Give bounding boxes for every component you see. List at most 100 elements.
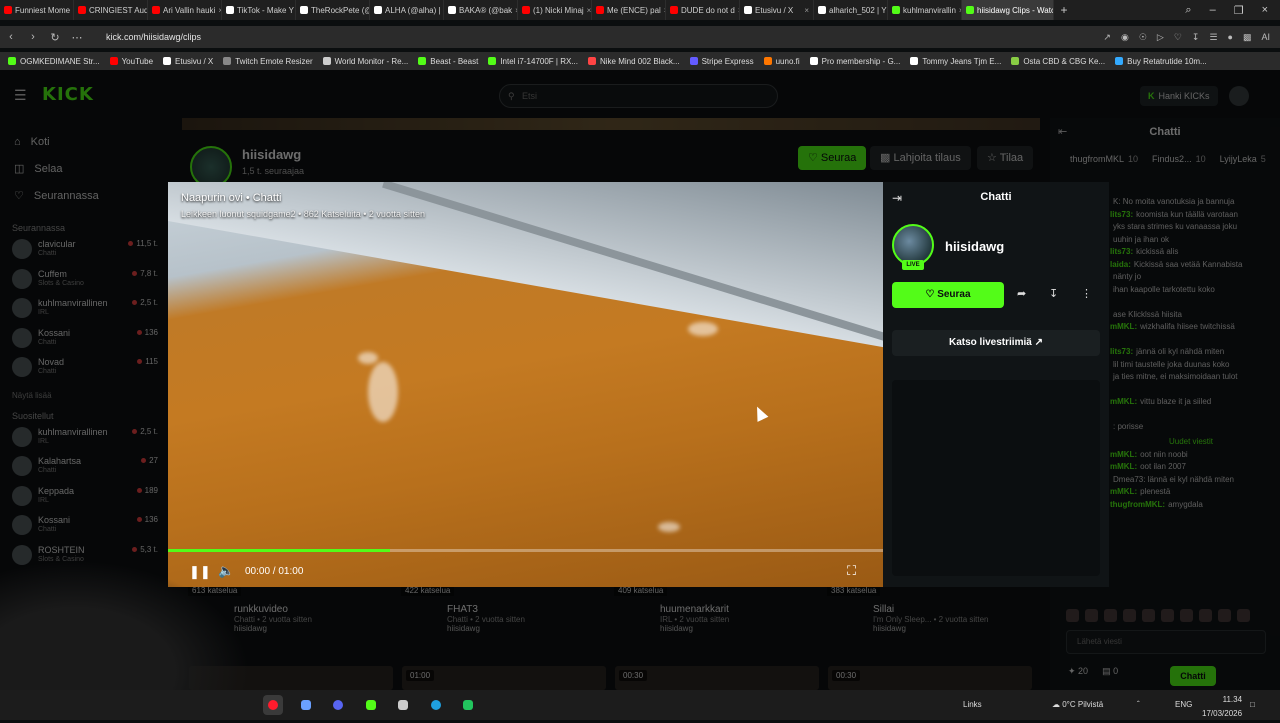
- channel-row[interactable]: NovadChatti115: [0, 357, 170, 387]
- extension-icon[interactable]: ▩: [1243, 32, 1252, 43]
- tray-expand-icon[interactable]: ˆ: [1137, 690, 1140, 720]
- share-icon[interactable]: ↗: [1103, 32, 1111, 43]
- channel-row[interactable]: KeppadaIRL189: [0, 486, 170, 516]
- browser-tab[interactable]: hiisidawg Clips - Watc×: [962, 0, 1054, 20]
- heart-icon[interactable]: ♡: [1174, 32, 1182, 43]
- notification-icon[interactable]: □: [1250, 690, 1255, 720]
- browser-tab[interactable]: TikTok - Make Y×: [222, 0, 296, 20]
- browser-tab[interactable]: TheRockPete (@×: [296, 0, 370, 20]
- site-info-icon[interactable]: ⋯: [66, 31, 88, 44]
- watch-livestream-button[interactable]: Katso livestriimiä ↗: [892, 330, 1100, 356]
- sidebar-item-koti[interactable]: ⌂Koti: [14, 128, 170, 155]
- emote-icon[interactable]: [1123, 609, 1136, 622]
- search-tabs-icon[interactable]: ⌕: [1185, 4, 1191, 17]
- chat-username[interactable]: mMKL:: [1110, 450, 1137, 459]
- channel-name[interactable]: hiisidawg: [242, 147, 301, 162]
- browser-tab[interactable]: ALHA (@alha) |×: [370, 0, 444, 20]
- url-field[interactable]: kick.com/hiisidawg/clips: [106, 32, 201, 42]
- volume-icon[interactable]: 🔈: [218, 563, 234, 579]
- download-icon[interactable]: ↧: [1049, 287, 1058, 300]
- bookmark-item[interactable]: Beast - Beast: [418, 57, 478, 66]
- forward-icon[interactable]: ›: [22, 31, 44, 43]
- gift-sub-button[interactable]: ▩ Lahjoita tilaus: [870, 146, 971, 170]
- browser-tab[interactable]: Me (ENCE) pal×: [592, 0, 666, 20]
- bookmark-item[interactable]: Osta CBD & CBG Ke...: [1011, 57, 1105, 66]
- camera-icon[interactable]: ◉: [1121, 32, 1129, 43]
- taskbar-app-icon[interactable]: [361, 695, 381, 715]
- minimize-icon[interactable]: –: [1210, 4, 1216, 17]
- download-icon[interactable]: ↧: [1192, 32, 1200, 43]
- points-counter[interactable]: ✦ 20: [1068, 666, 1088, 677]
- show-more-link[interactable]: Näytä lisää: [0, 387, 170, 405]
- back-icon[interactable]: ‹: [0, 31, 22, 43]
- clip-title[interactable]: Naapurin ovi • Chatti: [181, 192, 281, 204]
- top-gifter[interactable]: thugfromMKL10: [1070, 154, 1138, 164]
- channel-row[interactable]: KossaniChatti136: [0, 515, 170, 545]
- bookmark-item[interactable]: World Monitor - Re...: [323, 57, 409, 66]
- channel-row[interactable]: clavicularChatti11,5 t.: [0, 239, 170, 269]
- weather-widget[interactable]: ☁ 0°C Pilvistä: [1052, 690, 1103, 720]
- video-progress-bar[interactable]: [168, 549, 883, 552]
- taskbar-discord-icon[interactable]: [328, 695, 348, 715]
- chat-username[interactable]: lits73:: [1110, 347, 1133, 356]
- browser-tab[interactable]: BAKA® (@bak×: [444, 0, 518, 20]
- clip-thumbnail[interactable]: 01:00: [402, 666, 606, 690]
- pause-icon[interactable]: ❚❚: [189, 564, 211, 580]
- browser-tab[interactable]: (1) Nicki Minaj×: [518, 0, 592, 20]
- badge-counter[interactable]: ▤ 0: [1102, 666, 1118, 677]
- fullscreen-icon[interactable]: ⛶: [847, 563, 856, 579]
- emote-icon[interactable]: [1161, 609, 1174, 622]
- channel-row[interactable]: ROSHTEINSlots & Casino5,3 t.: [0, 545, 170, 575]
- browser-tab[interactable]: kuhlmanvirallin×: [888, 0, 962, 20]
- browser-tab[interactable]: Funniest Mome×: [0, 0, 74, 20]
- profile-icon[interactable]: ●: [1228, 32, 1233, 42]
- site-search-input[interactable]: ⚲ Etsi: [499, 84, 778, 108]
- browser-tab[interactable]: alharich_502 | Y×: [814, 0, 888, 20]
- top-gifter[interactable]: Findus2...10: [1152, 154, 1206, 164]
- channel-row[interactable]: KossaniChatti136: [0, 328, 170, 358]
- bookmark-item[interactable]: Pro membership - G...: [810, 57, 901, 66]
- subscribe-button[interactable]: ☆ Tilaa: [977, 146, 1033, 170]
- sidebar-item-seurannassa[interactable]: ♡Seurannassa: [14, 182, 170, 209]
- follow-button[interactable]: ♡ Seuraa: [892, 282, 1004, 308]
- taskbar-edge-icon[interactable]: [426, 695, 446, 715]
- emote-icon[interactable]: [1199, 609, 1212, 622]
- channel-row[interactable]: CuffemSlots & Casino7,8 t.: [0, 269, 170, 299]
- taskbar-app-icon[interactable]: [458, 695, 478, 715]
- clip-card[interactable]: 409 katseluahuumenarkkaritIRL • 2 vuotta…: [614, 580, 819, 633]
- chat-username[interactable]: mMKL:: [1110, 462, 1137, 471]
- clip-video[interactable]: Naapurin ovi • Chatti Leikkeen luonut sq…: [168, 182, 883, 587]
- channel-row[interactable]: kuhlmanvirallinenIRL2,5 t.: [0, 298, 170, 328]
- browser-tab[interactable]: DUDE do not d×: [666, 0, 740, 20]
- send-chat-button[interactable]: Chatti: [1170, 666, 1216, 686]
- ai-icon[interactable]: AI: [1261, 32, 1270, 42]
- chat-username[interactable]: mMKL:: [1110, 397, 1137, 406]
- taskbar-app-icon[interactable]: [393, 695, 413, 715]
- emote-icon[interactable]: [1142, 609, 1155, 622]
- sidebar-item-selaa[interactable]: ◫Selaa: [14, 155, 170, 182]
- bookmark-item[interactable]: Nike Mind 002 Black...: [588, 57, 680, 66]
- reload-icon[interactable]: ↻: [44, 31, 66, 44]
- emote-icon[interactable]: [1218, 609, 1231, 622]
- emote-icon[interactable]: [1066, 609, 1079, 622]
- chat-username[interactable]: thugfromMKL:: [1110, 500, 1165, 509]
- maximize-icon[interactable]: ❐: [1234, 4, 1244, 17]
- more-options-icon[interactable]: ⋮: [1081, 287, 1092, 300]
- clip-card[interactable]: 613 katseluarunkkuvideoChatti • 2 vuotta…: [188, 580, 393, 633]
- streamer-name[interactable]: hiisidawg: [945, 239, 1004, 254]
- hamburger-icon[interactable]: ☰: [14, 87, 27, 104]
- user-avatar[interactable]: [1229, 86, 1249, 106]
- channel-row[interactable]: KalahartsaChatti27: [0, 456, 170, 486]
- share-icon[interactable]: ➦: [1017, 287, 1026, 300]
- chat-username[interactable]: laida:: [1110, 260, 1131, 269]
- clip-thumbnail[interactable]: [189, 666, 393, 690]
- taskbar-app-icon[interactable]: [296, 695, 316, 715]
- emote-icon[interactable]: [1180, 609, 1193, 622]
- chat-username[interactable]: mMKL:: [1110, 322, 1137, 331]
- new-tab-icon[interactable]: +: [1054, 3, 1074, 17]
- kick-logo[interactable]: KICK: [42, 84, 94, 105]
- channel-row[interactable]: kuhlmanvirallinenIRL2,5 t.: [0, 427, 170, 457]
- bookmark-item[interactable]: OGMKEDIMANE Str...: [8, 57, 100, 66]
- browser-tab[interactable]: CRINGIEST Aud×: [74, 0, 148, 20]
- play-icon[interactable]: ▷: [1157, 32, 1164, 43]
